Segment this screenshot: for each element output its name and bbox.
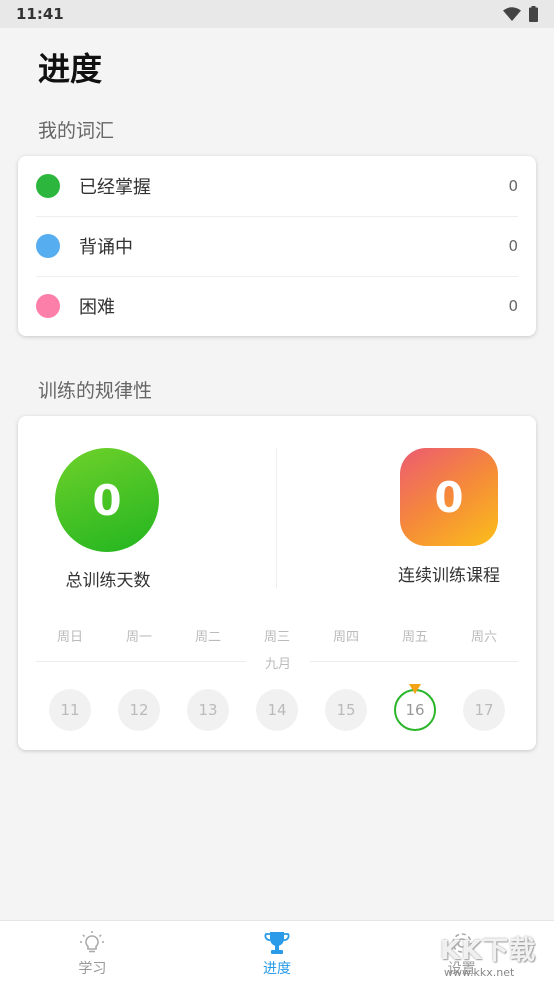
lightbulb-icon: [79, 930, 105, 956]
status-bar: 11:41: [0, 0, 554, 28]
training-card: 0 总训练天数 0 连续训练课程 周日 周一 周二 周三 周四 周五 周六 九月…: [18, 416, 536, 750]
date-cell[interactable]: 15: [312, 689, 380, 731]
learning-dot-icon: [36, 234, 60, 258]
nav-item-study[interactable]: 学习: [0, 921, 185, 986]
weekday-label: 周四: [332, 630, 359, 645]
vocab-label: 背诵中: [79, 237, 133, 258]
vocab-row-difficult[interactable]: 困难 0: [18, 276, 536, 336]
weekday-label: 周六: [470, 630, 497, 645]
weekday-label: 周二: [194, 630, 221, 645]
watermark: KK下载 www.kkx.net: [436, 930, 546, 982]
status-icons: [503, 6, 538, 22]
vocab-row-mastered[interactable]: 已经掌握 0: [18, 156, 536, 216]
nav-item-progress[interactable]: 进度: [185, 921, 370, 986]
date-circle: 12: [118, 689, 160, 731]
streak-label: 连续训练课程: [398, 566, 500, 586]
vocabulary-card: 已经掌握 0 背诵中 0 困难 0: [18, 156, 536, 336]
status-time: 11:41: [16, 5, 64, 23]
battery-icon: [529, 6, 538, 22]
watermark-url: www.kkx.net: [444, 966, 515, 979]
date-cell[interactable]: 13: [174, 689, 242, 731]
date-circle: 17: [463, 689, 505, 731]
date-cell[interactable]: 12: [105, 689, 173, 731]
mastered-dot-icon: [36, 174, 60, 198]
date-row: 11 12 13 14 15 16 17: [36, 684, 518, 731]
vocab-count: 0: [508, 297, 518, 315]
weekday-label: 周一: [125, 630, 152, 645]
today-marker-icon: [409, 684, 421, 694]
vocab-count: 0: [508, 177, 518, 195]
weekday-label: 周三: [263, 630, 290, 645]
training-section-title: 训练的规律性: [38, 380, 153, 402]
nav-label: 学习: [78, 960, 107, 977]
date-circle: 13: [187, 689, 229, 731]
stat-divider: [276, 448, 277, 588]
vocab-row-learning[interactable]: 背诵中 0: [18, 216, 536, 276]
date-circle: 11: [49, 689, 91, 731]
date-circle-today: 16: [394, 689, 436, 731]
date-cell[interactable]: 17: [450, 689, 518, 731]
page-title: 进度: [38, 50, 103, 88]
vocabulary-section-title: 我的词汇: [38, 120, 115, 142]
month-label: 九月: [264, 657, 291, 672]
date-circle: 14: [256, 689, 298, 731]
streak-value: 0: [400, 448, 498, 546]
date-cell-today[interactable]: 16: [381, 684, 449, 731]
weekday-header: 周日 周一 周二 周三 周四 周五 周六: [36, 626, 518, 645]
date-circle: 15: [325, 689, 367, 731]
vocab-label: 已经掌握: [79, 177, 151, 198]
month-divider-right: [310, 661, 518, 662]
trophy-icon: [264, 930, 290, 956]
month-divider-left: [36, 661, 246, 662]
date-cell[interactable]: 14: [243, 689, 311, 731]
weekday-label: 周日: [56, 630, 83, 645]
wifi-icon: [503, 7, 521, 21]
total-days-label: 总训练天数: [65, 571, 151, 591]
total-days-value: 0: [55, 448, 159, 552]
difficult-dot-icon: [36, 294, 60, 318]
vocab-label: 困难: [79, 297, 115, 318]
nav-label: 进度: [263, 960, 291, 977]
watermark-logo: KK下载: [440, 936, 537, 966]
weekday-label: 周五: [401, 630, 428, 645]
vocab-count: 0: [508, 237, 518, 255]
date-cell[interactable]: 11: [36, 689, 104, 731]
